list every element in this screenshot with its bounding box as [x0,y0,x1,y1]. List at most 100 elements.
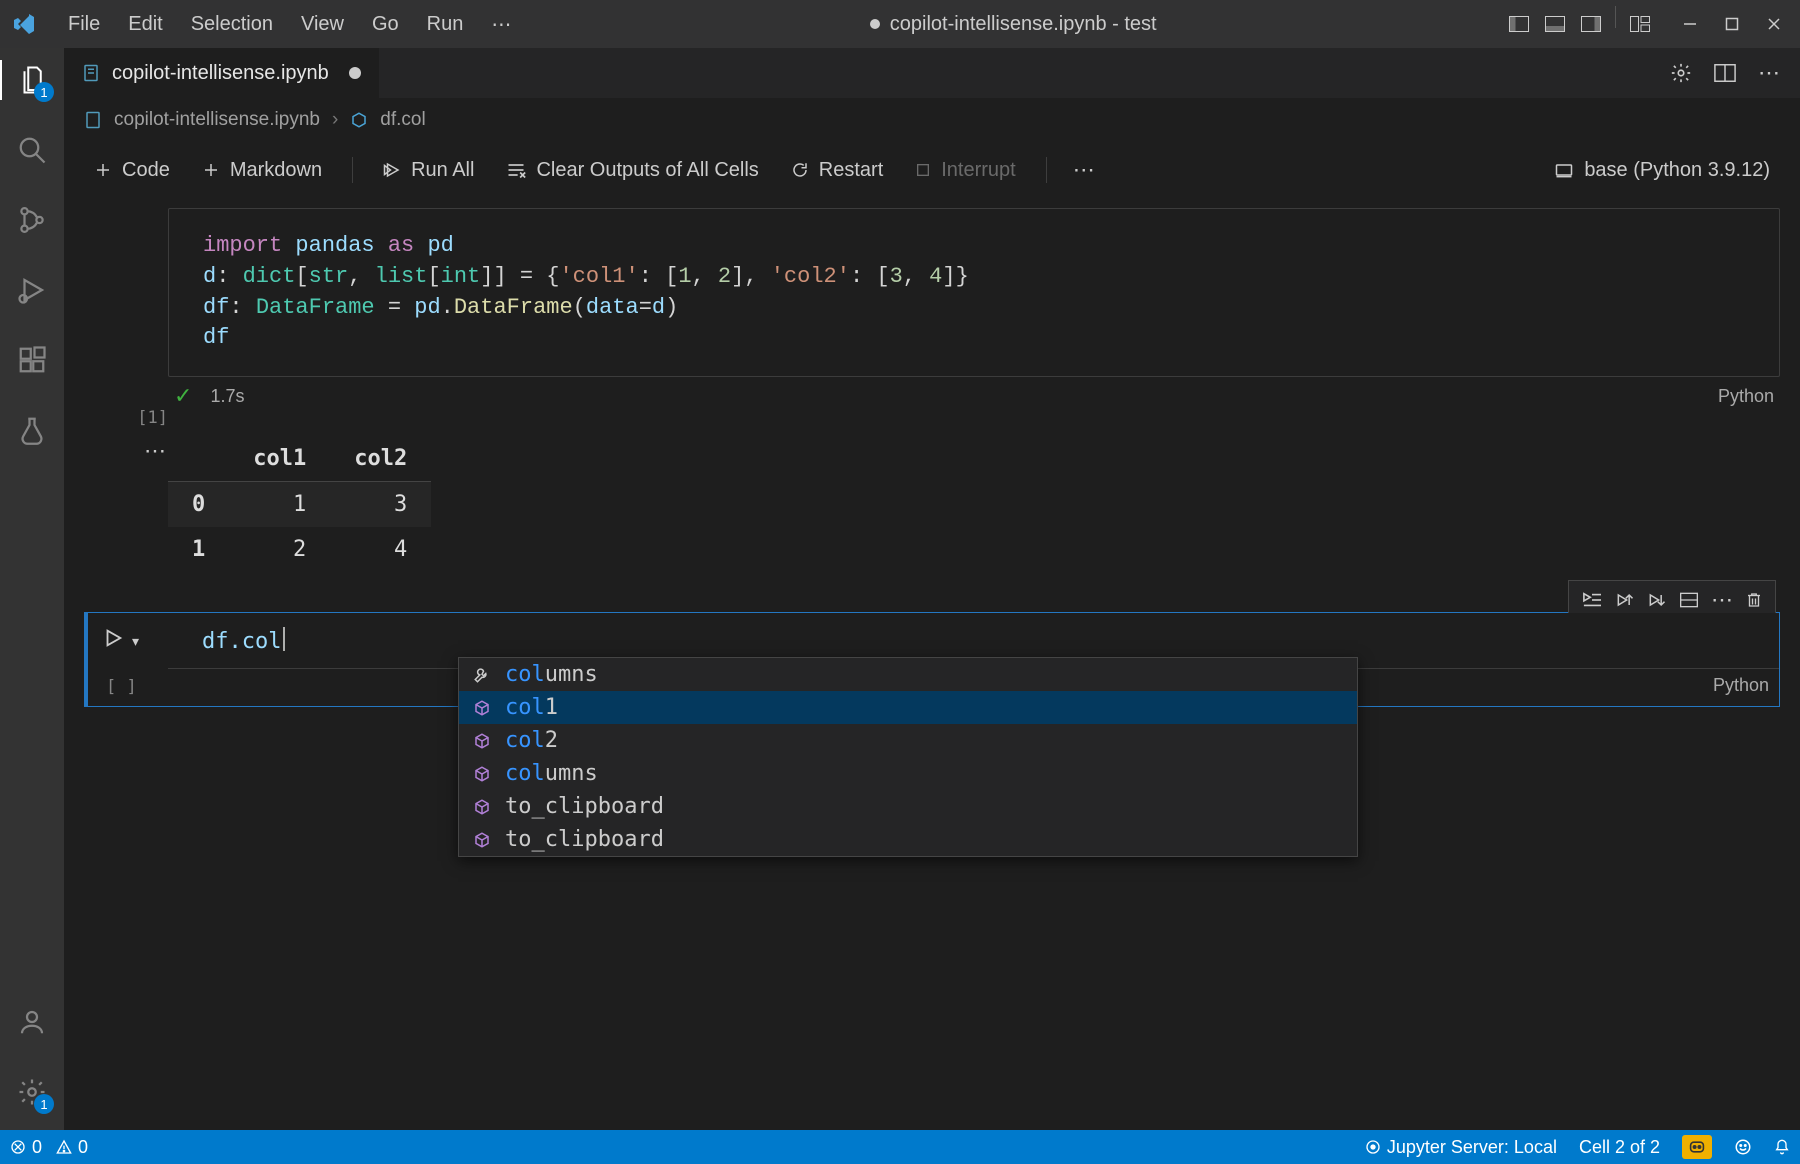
layout-bottom-icon[interactable] [1537,6,1573,42]
status-feedback-icon[interactable] [1734,1138,1752,1156]
suggest-item[interactable]: columns [459,757,1357,790]
suggest-item[interactable]: col2 [459,724,1357,757]
extensions-icon[interactable] [0,336,64,384]
clear-outputs-label: Clear Outputs of All Cells [536,159,758,182]
tabs-row: copilot-intellisense.ipynb ⋯ [64,48,1800,98]
exec-count: [ ] [106,677,137,697]
split-cell-icon[interactable] [1679,591,1699,609]
notebook-cell-active: ⋯ ▾ [ ] df.col [84,612,1780,707]
breadcrumb-symbol-icon [350,111,368,129]
code-editor[interactable]: import pandas as pd d: dict[str, list[in… [168,208,1780,377]
notebook-file-icon [82,64,100,82]
run-by-line-icon[interactable] [1581,591,1603,609]
menu-view[interactable]: View [287,13,358,36]
tab-actions: ⋯ [1650,48,1800,98]
window-controls [1501,6,1792,42]
customize-layout-icon[interactable] [1622,6,1658,42]
window-close-icon[interactable] [1756,6,1792,42]
tab-more-icon[interactable]: ⋯ [1758,60,1780,86]
explorer-badge: 1 [34,82,54,102]
add-code-cell-button[interactable]: Code [82,155,182,186]
menu-more-icon[interactable]: ⋯ [477,12,525,37]
cube-icon [471,829,493,851]
status-cell-position[interactable]: Cell 2 of 2 [1579,1137,1660,1158]
delete-cell-icon[interactable] [1745,590,1763,610]
toolbar-more-icon[interactable]: ⋯ [1065,157,1103,183]
status-notifications-icon[interactable] [1774,1138,1790,1156]
window-maximize-icon[interactable] [1714,6,1750,42]
status-bar: 0 0 Jupyter Server: Local Cell 2 of 2 [0,1130,1800,1164]
explorer-icon[interactable]: 1 [0,56,64,104]
layout-right-icon[interactable] [1573,6,1609,42]
copilot-icon [1682,1135,1712,1159]
notebook-configure-icon[interactable] [1670,62,1692,84]
suggest-item[interactable]: columns [459,658,1357,691]
execute-above-icon[interactable] [1615,591,1635,609]
search-icon[interactable] [0,126,64,174]
vscode-logo-icon [12,12,36,36]
add-markdown-label: Markdown [230,159,322,182]
run-debug-icon[interactable] [0,266,64,314]
error-count: 0 [32,1137,42,1158]
cell-status: ✓ 1.7s Python [168,377,1780,415]
interrupt-kernel-button[interactable]: Interrupt [903,155,1027,186]
run-menu-chevron-icon[interactable]: ▾ [132,633,139,650]
tab-dirty-dot-icon [349,67,361,79]
add-code-label: Code [122,159,170,182]
suggest-item[interactable]: col1 [459,691,1357,724]
menu-file[interactable]: File [54,13,114,36]
interrupt-label: Interrupt [941,159,1015,182]
testing-icon[interactable] [0,406,64,454]
restart-label: Restart [819,159,883,182]
cube-icon [471,730,493,752]
run-cell-icon[interactable] [102,627,124,649]
output-options-icon[interactable]: ⋯ [84,436,168,470]
run-gutter: ▾ [ ] [84,613,168,706]
layout-left-icon[interactable] [1501,6,1537,42]
suggest-item[interactable]: to_clipboard [459,790,1357,823]
success-check-icon: ✓ [174,383,192,409]
settings-gear-icon[interactable]: 1 [0,1068,64,1116]
restart-kernel-button[interactable]: Restart [779,155,895,186]
suggest-item[interactable]: to_clipboard [459,823,1357,856]
breadcrumb-file-icon [84,111,102,129]
add-markdown-cell-button[interactable]: Markdown [190,155,334,186]
status-copilot[interactable] [1682,1135,1712,1159]
run-all-button[interactable]: Run All [371,155,486,186]
status-problems[interactable]: 0 0 [10,1137,88,1158]
window-minimize-icon[interactable] [1672,6,1708,42]
notebook-body: [1] import pandas as pd d: dict[str, lis… [64,198,1800,1130]
df-header: col1 [229,436,330,482]
intellisense-popup: columns col1 col2 [458,657,1358,857]
cube-icon [471,763,493,785]
toolbar-separator [352,157,353,183]
breadcrumb-symbol: df.col [380,109,425,131]
source-control-icon[interactable] [0,196,64,244]
code-editor[interactable]: df.col columns col1 [168,613,1779,669]
active-cell: ▾ [ ] df.col columns [84,612,1780,707]
window-title: copilot-intellisense.ipynb - test [525,13,1501,36]
notebook-toolbar: Code Markdown Run All Clear Outputs of A… [64,142,1800,198]
warning-count: 0 [78,1137,88,1158]
tab-notebook[interactable]: copilot-intellisense.ipynb [64,48,380,98]
menu-edit[interactable]: Edit [114,13,176,36]
menu-run[interactable]: Run [413,13,478,36]
cube-icon [471,796,493,818]
menu-go[interactable]: Go [358,13,413,36]
breadcrumb-file: copilot-intellisense.ipynb [114,109,320,131]
accounts-icon[interactable] [0,998,64,1046]
status-jupyter-server[interactable]: Jupyter Server: Local [1365,1137,1557,1158]
activity-bar: 1 1 [0,48,64,1130]
breadcrumbs[interactable]: copilot-intellisense.ipynb › df.col [64,98,1800,142]
cell-position-label: Cell 2 of 2 [1579,1137,1660,1158]
menu-selection[interactable]: Selection [177,13,287,36]
clear-outputs-button[interactable]: Clear Outputs of All Cells [494,155,770,186]
run-all-label: Run All [411,159,474,182]
kernel-picker-button[interactable]: base (Python 3.9.12) [1542,155,1782,186]
cell-more-icon[interactable]: ⋯ [1711,587,1733,613]
table-row: 1 2 4 [168,527,431,572]
execute-below-icon[interactable] [1647,591,1667,609]
exec-duration: 1.7s [210,386,244,407]
split-editor-icon[interactable] [1714,63,1736,83]
cell-language[interactable]: Python [1718,386,1780,407]
